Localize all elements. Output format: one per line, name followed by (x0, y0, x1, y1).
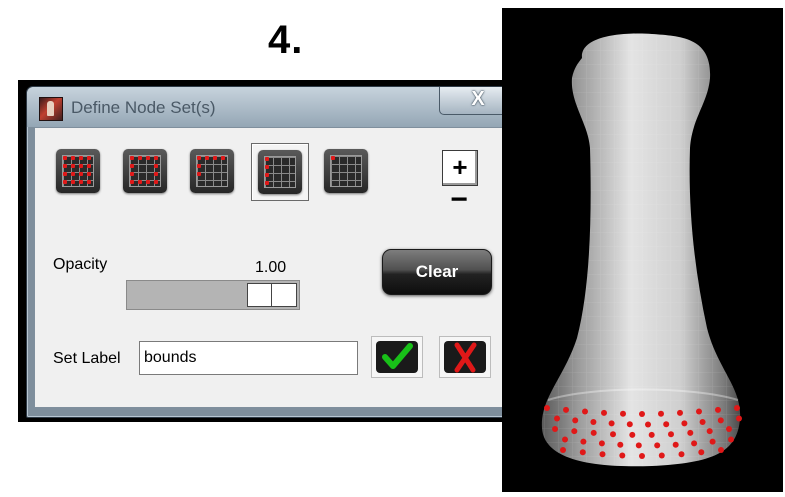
node-marker (610, 431, 616, 438)
step-number: 4. (268, 18, 304, 62)
node-marker (736, 415, 742, 422)
set-label-input[interactable] (139, 341, 358, 375)
node-marker (717, 417, 724, 424)
node-marker (580, 438, 587, 445)
node-marker (699, 419, 706, 425)
opacity-slider[interactable] (126, 280, 300, 310)
node-marker (734, 405, 740, 411)
node-marker (718, 447, 724, 453)
node-marker (608, 420, 615, 427)
node-marker (571, 428, 578, 435)
grid-top-edge-icon (190, 149, 234, 193)
window-title: Define Node Set(s) (71, 98, 216, 117)
bone-model (541, 33, 742, 467)
grid-single-node-icon (324, 149, 368, 193)
node-marker (678, 451, 685, 458)
define-node-sets-dialog: Define Node Set(s) X + − Opacity 1.00 Cl… (26, 86, 520, 418)
single-node-tool-button[interactable] (318, 143, 374, 199)
node-marker (681, 420, 688, 427)
node-marker (617, 441, 624, 448)
node-marker (544, 405, 550, 411)
node-marker (668, 431, 674, 438)
cancel-button[interactable] (439, 336, 491, 378)
node-marker (582, 408, 588, 415)
left-edge-tool-button[interactable] (251, 143, 309, 201)
node-marker (599, 451, 606, 458)
node-marker (620, 410, 626, 417)
grid-border-nodes-icon (123, 149, 167, 193)
zoom-out-button[interactable]: − (448, 185, 470, 215)
node-marker (709, 438, 716, 445)
bone-render-viewport[interactable] (502, 8, 783, 492)
plus-icon: + (452, 152, 468, 182)
top-edge-tool-button[interactable] (184, 143, 240, 199)
title-bar[interactable]: Define Node Set(s) X (27, 87, 519, 127)
grid-all-nodes-icon (56, 149, 100, 193)
zoom-in-button[interactable]: + (442, 150, 478, 186)
node-marker (645, 421, 651, 428)
dialog-body: + − Opacity 1.00 Clear Set Label (34, 127, 512, 408)
grid-left-edge-icon (258, 150, 302, 194)
opacity-label: Opacity (53, 256, 108, 273)
node-marker (677, 409, 683, 416)
node-marker (715, 406, 721, 413)
border-nodes-tool-button[interactable] (117, 143, 173, 199)
node-marker (687, 429, 694, 436)
confirm-button[interactable] (371, 336, 423, 378)
node-marker (560, 447, 566, 453)
node-marker (698, 449, 705, 456)
node-marker (590, 429, 597, 436)
node-marker (672, 441, 679, 448)
set-label-label: Set Label (53, 350, 121, 367)
node-marker (563, 406, 569, 413)
node-marker (663, 421, 670, 428)
node-marker (579, 449, 586, 456)
node-marker (619, 452, 626, 459)
app-icon (39, 97, 63, 121)
node-marker (639, 453, 645, 459)
node-marker (691, 440, 698, 447)
node-marker (728, 436, 734, 443)
minus-icon: − (450, 183, 468, 216)
all-nodes-tool-button[interactable] (50, 143, 106, 199)
node-marker (572, 417, 579, 424)
clear-button[interactable]: Clear (382, 249, 492, 295)
opacity-slider-thumb[interactable] (247, 283, 297, 307)
node-marker (590, 419, 597, 425)
node-marker (696, 408, 702, 415)
node-marker (598, 440, 605, 447)
node-marker (658, 410, 664, 417)
node-marker (654, 442, 661, 449)
node-marker (635, 442, 642, 449)
node-marker (706, 428, 713, 435)
node-marker (626, 421, 633, 428)
node-marker (658, 452, 665, 459)
node-marker (629, 431, 636, 438)
node-marker (552, 426, 558, 432)
node-marker (554, 415, 560, 422)
node-marker (639, 411, 645, 417)
opacity-value: 1.00 (255, 259, 287, 276)
node-marker (726, 426, 732, 432)
checkmark-icon (376, 341, 418, 373)
node-marker (601, 409, 607, 416)
node-marker (562, 436, 568, 443)
red-x-icon (444, 341, 486, 373)
node-marker (648, 431, 655, 438)
